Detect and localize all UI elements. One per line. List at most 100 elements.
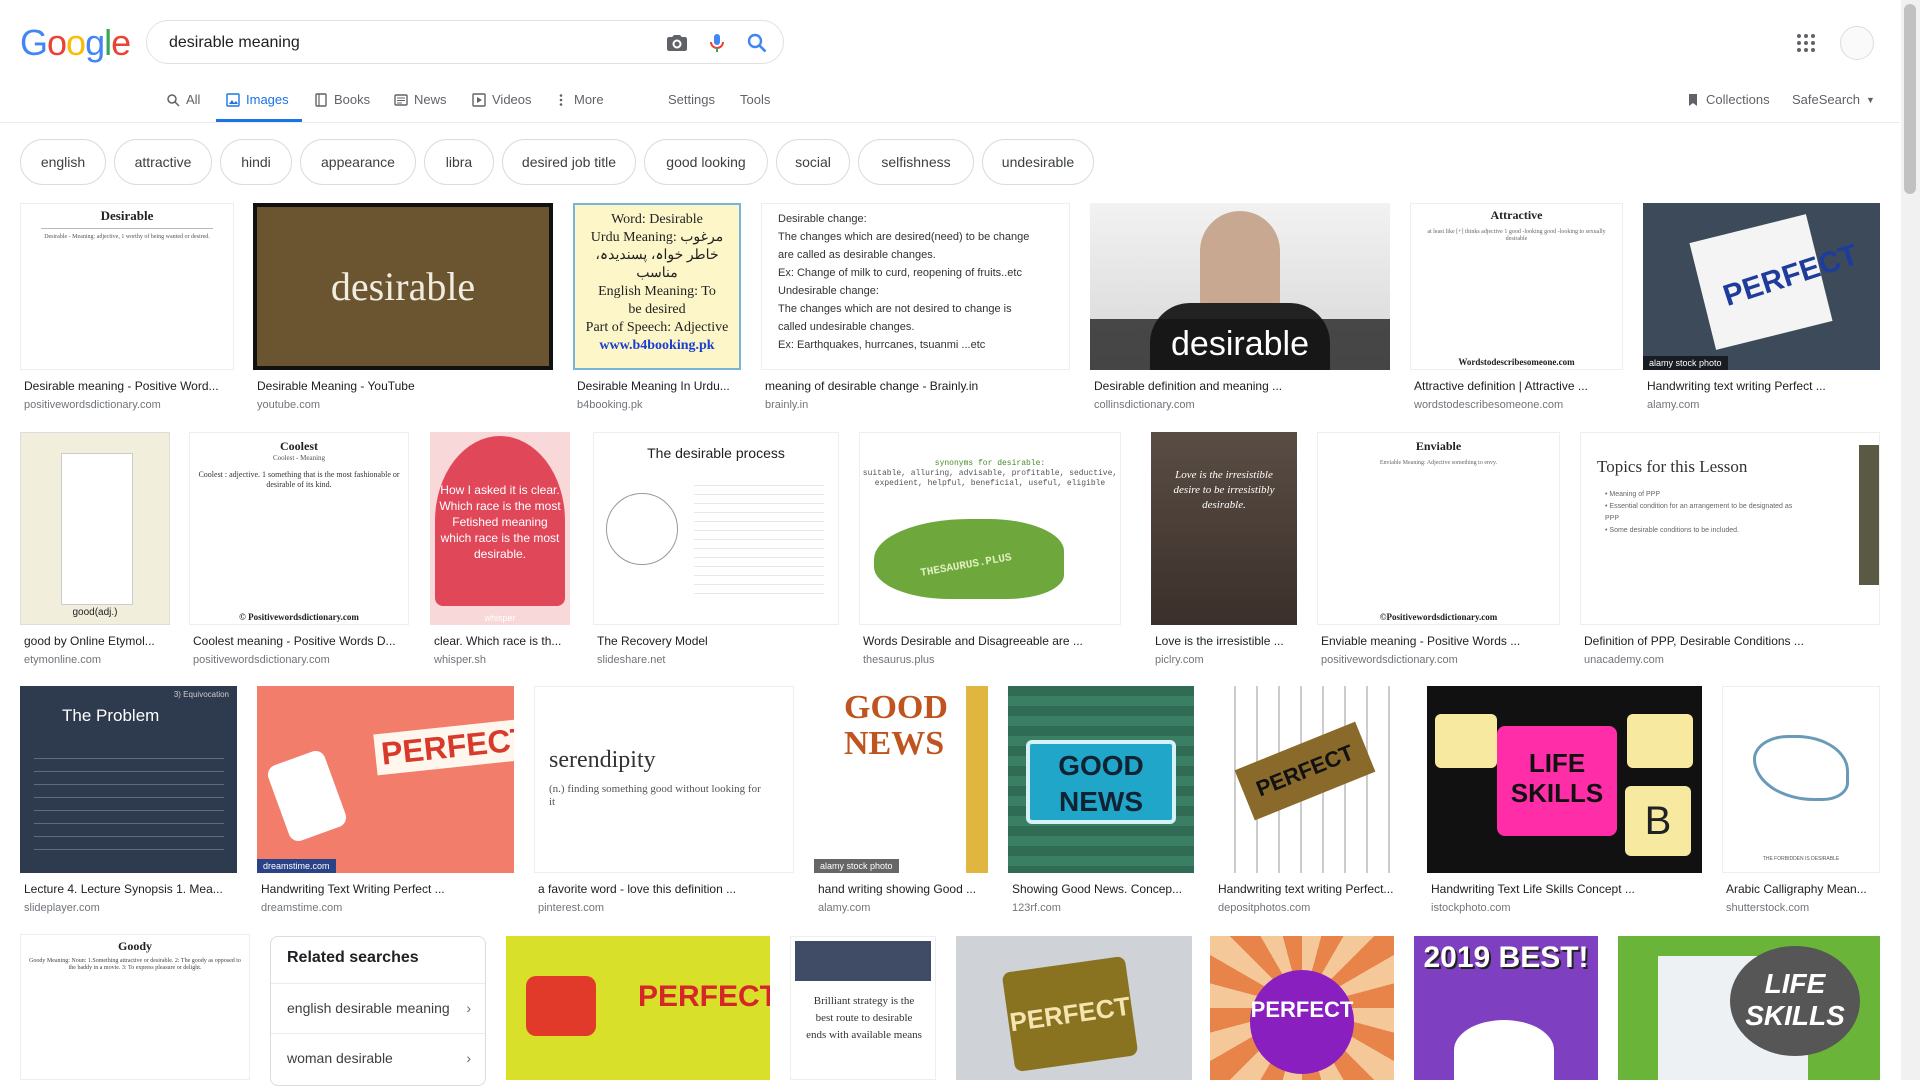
image-result[interactable]: PERFECT Handwriting text writing Perfect…: [1214, 686, 1407, 920]
result-title[interactable]: Handwriting Text Life Skills Concept ...: [1431, 882, 1702, 896]
result-source[interactable]: youtube.com: [257, 399, 320, 411]
chip[interactable]: selfishness: [858, 139, 974, 185]
image-result[interactable]: desirable Desirable Meaning - YouTube yo…: [253, 203, 553, 413]
chip[interactable]: english: [20, 139, 106, 185]
settings-link[interactable]: Settings: [668, 88, 715, 122]
result-source[interactable]: shutterstock.com: [1726, 902, 1809, 914]
image-result[interactable]: Love is the irresistible desire to be ir…: [1151, 432, 1297, 672]
result-title[interactable]: Enviable meaning - Positive Words ...: [1321, 634, 1560, 648]
result-thumbnail[interactable]: desirable: [1090, 203, 1390, 370]
result-title[interactable]: good by Online Etymol...: [24, 634, 170, 648]
search-box[interactable]: [146, 20, 784, 64]
image-result[interactable]: PERFECT: [956, 936, 1192, 1080]
result-source[interactable]: dreamstime.com: [261, 902, 342, 914]
result-source[interactable]: pinterest.com: [538, 902, 604, 914]
tab-more[interactable]: More: [554, 88, 604, 122]
result-thumbnail[interactable]: LIFE SKILLS B: [1427, 686, 1702, 873]
image-result[interactable]: 2019 BEST!: [1414, 936, 1598, 1080]
result-thumbnail[interactable]: 2019 BEST!: [1414, 936, 1598, 1080]
chip[interactable]: desired job title: [502, 139, 636, 185]
search-icon[interactable]: [745, 31, 769, 55]
result-source[interactable]: collinsdictionary.com: [1094, 399, 1195, 411]
image-result[interactable]: PERFECT: [506, 936, 770, 1080]
result-source[interactable]: piclry.com: [1155, 654, 1204, 666]
result-title[interactable]: Handwriting Text Writing Perfect ...: [261, 882, 514, 896]
result-source[interactable]: 123rf.com: [1012, 902, 1061, 914]
result-source[interactable]: whisper.sh: [434, 654, 486, 666]
tab-books[interactable]: Books: [314, 88, 370, 122]
result-thumbnail[interactable]: PERFECT: [1214, 686, 1407, 873]
image-result[interactable]: How I asked it is clear. Which race is t…: [430, 432, 570, 672]
result-title[interactable]: Attractive definition | Attractive ...: [1414, 379, 1623, 393]
safesearch-dropdown[interactable]: SafeSearch ▼: [1792, 88, 1875, 122]
chip[interactable]: good looking: [644, 139, 768, 185]
image-result[interactable]: PERFECT alamy stock photo Handwriting te…: [1643, 203, 1880, 413]
result-thumbnail[interactable]: Word: Desirable Urdu Meaning: مرغوب خاطر…: [573, 203, 741, 370]
result-title[interactable]: Handwriting text writing Perfect ...: [1647, 379, 1880, 393]
image-result[interactable]: Goody Goody Meaning: Noun: 1.Something a…: [20, 934, 250, 1080]
result-thumbnail[interactable]: Topics for this Lesson • Meaning of PPP •…: [1580, 432, 1880, 625]
image-result[interactable]: PERFECT dreamstime.com Handwriting Text …: [257, 686, 514, 920]
result-source[interactable]: positivewordsdictionary.com: [24, 399, 161, 411]
google-logo[interactable]: Google: [20, 22, 131, 64]
result-thumbnail[interactable]: Attractive at least like [+] thinks adje…: [1410, 203, 1623, 370]
chip[interactable]: social: [776, 139, 850, 185]
result-thumbnail[interactable]: How I asked it is clear. Which race is t…: [430, 432, 570, 625]
image-result[interactable]: synonyms for desirable: suitable, alluri…: [859, 432, 1121, 672]
result-title[interactable]: Definition of PPP, Desirable Conditions …: [1584, 634, 1880, 648]
chip[interactable]: libra: [424, 139, 494, 185]
search-input[interactable]: [167, 29, 651, 57]
chip[interactable]: undesirable: [982, 139, 1094, 185]
result-thumbnail[interactable]: serendipity (n.) finding something good …: [534, 686, 794, 873]
result-title[interactable]: hand writing showing Good ...: [818, 882, 988, 896]
result-thumbnail[interactable]: Desirable Desirable - Meaning: adjective…: [20, 203, 234, 370]
result-source[interactable]: positivewordsdictionary.com: [193, 654, 330, 666]
related-item[interactable]: english desirable meaning ›: [271, 983, 485, 1033]
result-thumbnail[interactable]: GOOD NEWS: [1008, 686, 1194, 873]
result-thumbnail[interactable]: Goody Goody Meaning: Noun: 1.Something a…: [20, 934, 250, 1080]
image-result[interactable]: serendipity (n.) finding something good …: [534, 686, 794, 920]
apps-grid-icon[interactable]: [1796, 33, 1816, 53]
result-title[interactable]: Desirable Meaning - YouTube: [257, 379, 553, 393]
chip[interactable]: hindi: [220, 139, 292, 185]
result-source[interactable]: b4booking.pk: [577, 399, 642, 411]
result-source[interactable]: alamy.com: [1647, 399, 1699, 411]
result-title[interactable]: meaning of desirable change - Brainly.in: [765, 379, 1070, 393]
image-result[interactable]: Enviable Enviable Meaning: Adjective som…: [1317, 432, 1560, 672]
image-result[interactable]: The desirable process The Recovery Model…: [593, 432, 839, 672]
chip[interactable]: appearance: [300, 139, 416, 185]
tab-images[interactable]: Images: [216, 88, 302, 122]
image-result[interactable]: Desirable change: The changes which are …: [761, 203, 1070, 413]
result-source[interactable]: istockphoto.com: [1431, 902, 1510, 914]
image-result[interactable]: Brilliant strategy is the best route to …: [790, 936, 936, 1080]
image-result[interactable]: Word: Desirable Urdu Meaning: مرغوب خاطر…: [573, 203, 741, 413]
result-thumbnail[interactable]: Love is the irresistible desire to be ir…: [1151, 432, 1297, 625]
result-title[interactable]: a favorite word - love this definition .…: [538, 882, 794, 896]
result-thumbnail[interactable]: 3) Equivocation The Problem: [20, 686, 237, 873]
result-title[interactable]: Desirable meaning - Positive Word...: [24, 379, 234, 393]
image-result[interactable]: GOOD NEWS Showing Good News. Concep... 1…: [1008, 686, 1194, 920]
result-thumbnail[interactable]: synonyms for desirable: suitable, alluri…: [859, 432, 1121, 625]
image-result[interactable]: LIFE SKILLS: [1618, 936, 1880, 1080]
result-title[interactable]: Desirable definition and meaning ...: [1094, 379, 1390, 393]
result-thumbnail[interactable]: GOOD NEWS alamy stock photo: [814, 686, 988, 873]
image-result[interactable]: desirable Desirable definition and meani…: [1090, 203, 1390, 413]
image-result[interactable]: GOOD NEWS alamy stock photo hand writing…: [814, 686, 988, 920]
tools-link[interactable]: Tools: [740, 88, 770, 122]
image-result[interactable]: Topics for this Lesson • Meaning of PPP •…: [1580, 432, 1880, 672]
result-thumbnail[interactable]: Coolest Coolest - Meaning Coolest : adje…: [189, 432, 409, 625]
image-result[interactable]: 3) Equivocation The Problem Lecture 4. L…: [20, 686, 237, 920]
result-source[interactable]: slideshare.net: [597, 654, 666, 666]
tab-news[interactable]: News: [394, 88, 447, 122]
camera-icon[interactable]: [665, 31, 689, 55]
result-thumbnail[interactable]: Enviable Enviable Meaning: Adjective som…: [1317, 432, 1560, 625]
chip[interactable]: attractive: [114, 139, 212, 185]
result-source[interactable]: depositphotos.com: [1218, 902, 1310, 914]
result-source[interactable]: slideplayer.com: [24, 902, 100, 914]
result-title[interactable]: Handwriting text writing Perfect...: [1218, 882, 1407, 896]
result-thumbnail[interactable]: Brilliant strategy is the best route to …: [790, 936, 936, 1080]
result-title[interactable]: Lecture 4. Lecture Synopsis 1. Mea...: [24, 882, 237, 896]
image-result[interactable]: Coolest Coolest - Meaning Coolest : adje…: [189, 432, 409, 672]
result-thumbnail[interactable]: PERFECT dreamstime.com: [257, 686, 514, 873]
result-title[interactable]: Desirable Meaning In Urdu...: [577, 379, 741, 393]
